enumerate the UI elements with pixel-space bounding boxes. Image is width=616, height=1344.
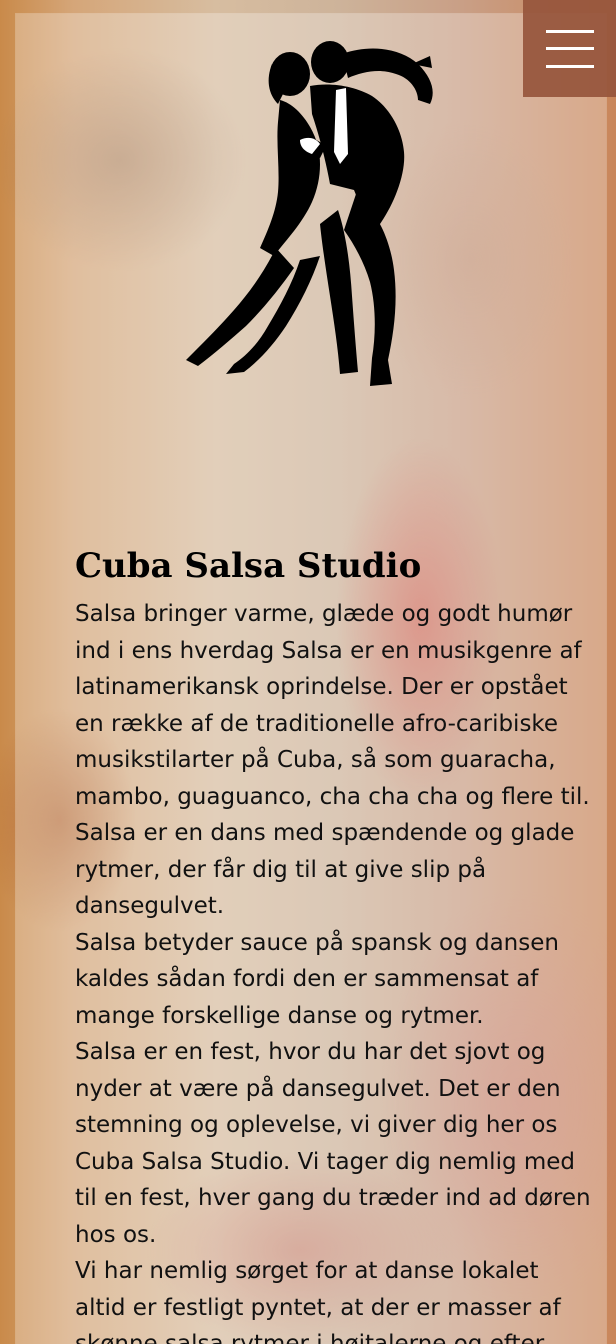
- hamburger-menu-icon: [545, 29, 594, 68]
- article-paragraph: Salsa betyder sauce på spansk og dansen …: [75, 929, 559, 1029]
- page-title: Cuba Salsa Studio: [75, 546, 422, 586]
- article-paragraph: Salsa bringer varme, glæde og godt humør…: [75, 601, 590, 919]
- article-paragraph: Salsa er en fest, hvor du har det sjovt …: [75, 1039, 591, 1248]
- article-paragraph: Vi har nemlig sørget for at danse lokale…: [75, 1258, 561, 1344]
- menu-button[interactable]: [523, 0, 616, 97]
- salsa-dancers-silhouette-icon: [186, 41, 433, 386]
- article: Cuba Salsa Studio Salsa bringer varme, g…: [75, 540, 595, 1344]
